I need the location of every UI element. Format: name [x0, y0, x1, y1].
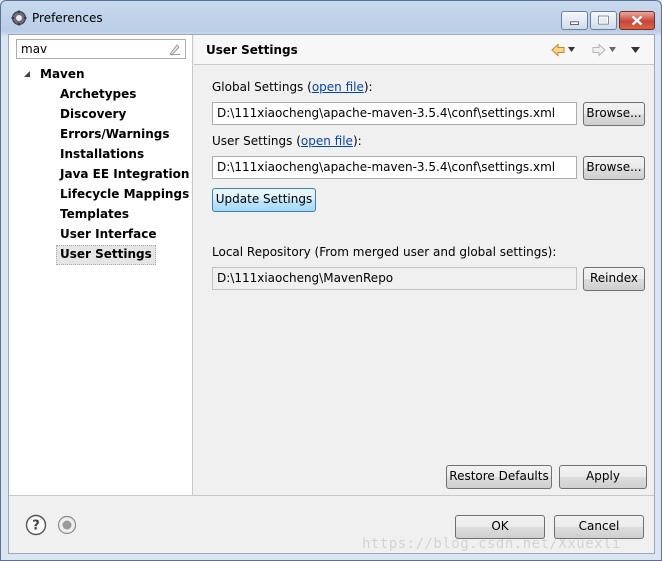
dialog-button-bar: ? https://blog.csdn.net/Xxuexli OK Cance…: [9, 495, 654, 553]
user-browse-button[interactable]: Browse...: [583, 156, 645, 180]
forward-arrow-icon[interactable]: [592, 43, 606, 57]
back-arrow-icon[interactable]: [551, 43, 565, 57]
tree-item-user-settings[interactable]: User Settings: [56, 245, 156, 265]
maximize-icon: [598, 15, 609, 25]
user-settings-field[interactable]: D:\111xiaocheng\apache-maven-3.5.4\conf\…: [212, 156, 577, 179]
tree-item-archetypes[interactable]: Archetypes: [56, 85, 140, 105]
help-icon[interactable]: ?: [25, 514, 47, 536]
close-icon: [631, 15, 643, 26]
tree-item-java-ee-integration[interactable]: Java EE Integration: [56, 165, 193, 185]
ok-button[interactable]: OK: [455, 515, 545, 539]
back-history-dropdown-icon[interactable]: [568, 47, 575, 52]
tree-item-lifecycle-mappings[interactable]: Lifecycle Mappings: [56, 185, 193, 205]
local-repository-label: Local Repository (From merged user and g…: [212, 245, 557, 259]
global-settings-label: Global Settings (open file):: [212, 80, 373, 94]
page-header: User Settings: [194, 35, 654, 65]
title-bar: Preferences: [1, 1, 661, 35]
gear-icon: [11, 10, 27, 26]
filter-text: mav: [21, 42, 48, 56]
reindex-button[interactable]: Reindex: [583, 267, 645, 291]
global-browse-button[interactable]: Browse...: [583, 102, 645, 126]
dialog-client-area: mav Maven Archetypes Discovery Errors/Wa…: [8, 34, 655, 554]
filter-input[interactable]: mav: [16, 39, 186, 59]
preferences-window: Preferences mav Maven Archetypes Discove…: [0, 0, 662, 561]
expand-triangle-icon[interactable]: [23, 70, 32, 79]
global-open-file-link[interactable]: open file: [312, 80, 364, 94]
restore-defaults-button[interactable]: Restore Defaults: [446, 465, 552, 489]
local-repository-field: D:\111xiaocheng\MavenRepo: [212, 267, 577, 290]
record-icon[interactable]: [57, 515, 77, 535]
close-window-button[interactable]: [619, 11, 655, 30]
global-settings-field[interactable]: D:\111xiaocheng\apache-maven-3.5.4\conf\…: [212, 102, 577, 125]
update-settings-button[interactable]: Update Settings: [212, 188, 316, 212]
user-open-file-link[interactable]: open file: [301, 134, 353, 148]
tree-node-label: Maven: [40, 67, 85, 81]
tree-item-templates[interactable]: Templates: [56, 205, 133, 225]
tree-item-errors-warnings[interactable]: Errors/Warnings: [56, 125, 173, 145]
minimize-icon: [570, 21, 579, 25]
page-title: User Settings: [206, 43, 298, 57]
apply-button[interactable]: Apply: [559, 465, 647, 489]
preference-tree-pane: mav Maven Archetypes Discovery Errors/Wa…: [9, 35, 193, 495]
tree-item-user-interface[interactable]: User Interface: [56, 225, 161, 245]
clear-filter-icon[interactable]: [168, 43, 181, 56]
tree-item-discovery[interactable]: Discovery: [56, 105, 130, 125]
window-title: Preferences: [32, 11, 103, 25]
forward-history-dropdown-icon[interactable]: [609, 47, 616, 52]
maximize-button[interactable]: [590, 11, 617, 30]
svg-text:?: ?: [32, 519, 40, 534]
view-menu-icon[interactable]: [631, 47, 640, 53]
user-settings-label: User Settings (open file):: [212, 134, 362, 148]
preference-page: User Settings Global Settings (open file…: [194, 35, 654, 495]
minimize-button[interactable]: [561, 11, 588, 30]
tree-item-installations[interactable]: Installations: [56, 145, 148, 165]
cancel-button[interactable]: Cancel: [554, 515, 644, 539]
